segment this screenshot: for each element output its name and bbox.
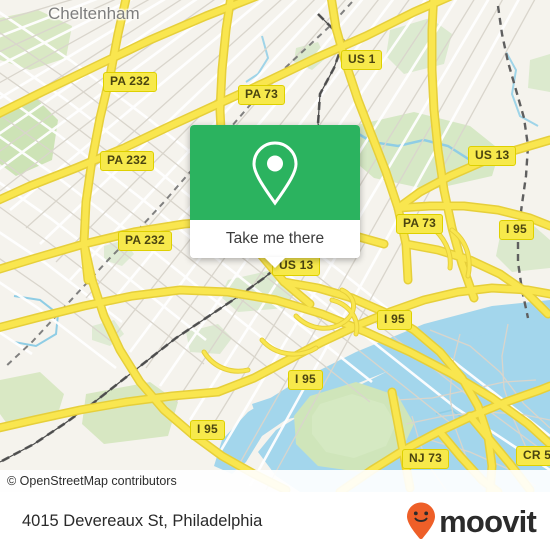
road-shield[interactable]: PA 232 xyxy=(100,151,154,171)
map-pin-icon xyxy=(252,140,298,206)
moovit-pin-icon xyxy=(407,502,436,540)
road-shield[interactable]: NJ 73 xyxy=(402,449,450,469)
card-pointer-tail xyxy=(264,257,286,268)
road-shield[interactable]: I 95 xyxy=(377,310,412,330)
road-shield[interactable]: US 13 xyxy=(468,146,517,166)
card-icon-area xyxy=(190,125,360,220)
moovit-logo[interactable]: moovit xyxy=(405,501,537,541)
road-shield[interactable]: PA 232 xyxy=(103,72,157,92)
map-screenshot: Cheltenham PA 232 PA 73 US 1 PA 232 US 1… xyxy=(0,0,550,550)
take-me-there-label[interactable]: Take me there xyxy=(190,220,360,258)
road-shield[interactable]: PA 73 xyxy=(238,85,286,105)
road-shield[interactable]: PA 73 xyxy=(396,214,444,234)
road-shield[interactable]: I 95 xyxy=(499,220,534,240)
road-shield[interactable]: I 95 xyxy=(190,420,225,440)
road-shield[interactable]: I 95 xyxy=(288,370,323,390)
place-label-cheltenham: Cheltenham xyxy=(48,4,140,23)
footer-bar: 4015 Devereaux St, Philadelphia moovit xyxy=(0,492,550,550)
moovit-wordmark: moovit xyxy=(439,503,537,539)
address-label: 4015 Devereaux St, Philadelphia xyxy=(22,511,263,530)
road-shield[interactable]: PA 232 xyxy=(118,231,172,251)
road-shield[interactable]: US 1 xyxy=(341,50,383,70)
map-attribution: © OpenStreetMap contributors xyxy=(0,470,550,492)
map-canvas[interactable]: Cheltenham PA 232 PA 73 US 1 PA 232 US 1… xyxy=(0,0,550,492)
take-me-there-card[interactable]: Take me there xyxy=(190,125,360,268)
road-shield[interactable]: CR 54 xyxy=(516,446,550,466)
